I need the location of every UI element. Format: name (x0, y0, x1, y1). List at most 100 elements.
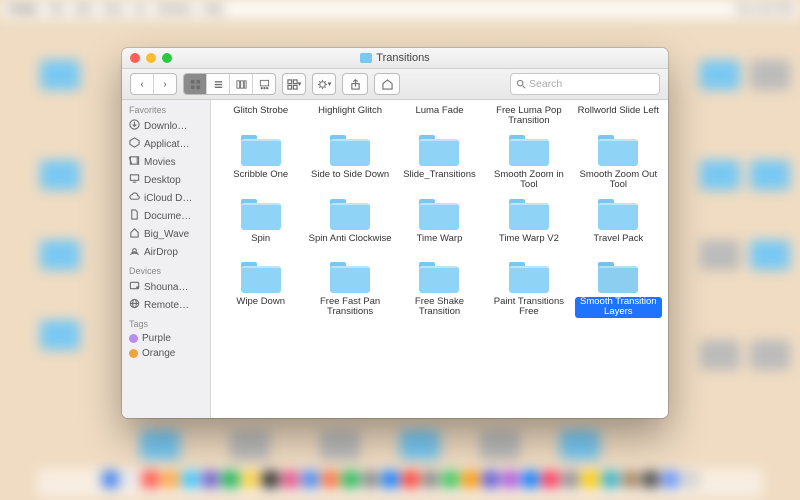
sidebar-item-favorite[interactable]: Movies (122, 153, 210, 171)
folder-label: Slide_Transitions (401, 170, 478, 190)
folder-label: Spin Anti Clockwise (307, 234, 394, 254)
folder-label: Smooth Zoom Out Tool (575, 170, 662, 191)
window-title: Transitions (376, 52, 429, 64)
cloud-icon (129, 191, 140, 205)
folder-item[interactable]: Rollworld Slide Left (575, 102, 662, 127)
folder-label: Wipe Down (234, 297, 287, 317)
folder-icon (505, 196, 553, 232)
sidebar-item-favorite[interactable]: Docume… (122, 207, 210, 225)
folder-item[interactable]: Highlight Glitch (306, 102, 393, 127)
folder-item[interactable]: Smooth Zoom in Tool (485, 130, 572, 191)
arrange-button[interactable]: ▾ (283, 74, 305, 94)
folder-item[interactable]: Scribble One (217, 130, 304, 191)
search-field[interactable] (510, 73, 660, 95)
folder-item[interactable]: Glitch Strobe (217, 102, 304, 127)
folder-icon (326, 259, 374, 295)
sidebar-item-tag[interactable]: Orange (122, 346, 210, 361)
list-view-button[interactable] (206, 74, 229, 94)
menubar-app-name[interactable]: Finder (8, 4, 39, 15)
sidebar-item-favorite[interactable]: Applicat… (122, 135, 210, 153)
folder-label: Paint Transitions Free (485, 297, 572, 318)
search-input[interactable] (529, 78, 654, 90)
column-view-button[interactable] (229, 74, 252, 94)
folder-label: Free Shake Transition (396, 297, 483, 318)
folder-icon (415, 196, 463, 232)
folder-item[interactable]: Free Fast Pan Transitions (306, 257, 393, 318)
folder-item[interactable]: Smooth Zoom Out Tool (575, 130, 662, 191)
download-icon (129, 119, 140, 133)
sidebar-item-favorite[interactable]: Big_Wave (122, 225, 210, 243)
folder-item[interactable]: Time Warp V2 (485, 194, 572, 254)
sidebar-item-device[interactable]: Remote… (122, 296, 210, 314)
folder-item[interactable]: Smooth Transition Layers (575, 257, 662, 318)
nav-buttons: ‹ › (130, 73, 177, 95)
sidebar-item-favorite[interactable]: iCloud D… (122, 189, 210, 207)
folder-label: Smooth Zoom in Tool (485, 170, 572, 191)
folder-label: Rollworld Slide Left (576, 106, 661, 126)
view-switcher (183, 73, 276, 95)
sidebar-item-favorite[interactable]: Desktop (122, 171, 210, 189)
zoom-button[interactable] (162, 53, 172, 63)
back-button[interactable]: ‹ (131, 74, 153, 94)
action-button[interactable]: ▾ (313, 74, 335, 94)
close-button[interactable] (130, 53, 140, 63)
home-icon (129, 227, 140, 241)
finder-window: Transitions ‹ › ▾ ▾ Favorites Downlo… App… (122, 48, 668, 418)
icon-view-button[interactable] (184, 74, 206, 94)
sidebar-item-favorite[interactable]: Downlo… (122, 117, 210, 135)
folder-item[interactable]: Luma Fade (396, 102, 483, 127)
sidebar-item-label: Applicat… (144, 139, 190, 150)
tags-button[interactable] (374, 73, 400, 95)
folder-item[interactable]: Free Luma Pop Transition (485, 102, 572, 127)
folder-icon (594, 196, 642, 232)
action-menu: ▾ (312, 73, 336, 95)
titlebar[interactable]: Transitions (122, 48, 668, 69)
folder-item[interactable]: Spin (217, 194, 304, 254)
doc-icon (129, 209, 140, 223)
folder-item[interactable]: Time Warp (396, 194, 483, 254)
sidebar-item-favorite[interactable]: AirDrop (122, 243, 210, 261)
sidebar-item-label: Movies (144, 157, 176, 168)
folder-icon (326, 196, 374, 232)
remote-icon (129, 298, 140, 312)
sidebar-header-devices: Devices (122, 261, 210, 278)
folder-label: Free Luma Pop Transition (485, 106, 572, 127)
sidebar-item-label: Desktop (144, 175, 181, 186)
desktop-icon (129, 173, 140, 187)
folder-item[interactable]: Free Shake Transition (396, 257, 483, 318)
folder-label: Scribble One (231, 170, 290, 190)
folder-item[interactable]: Slide_Transitions (396, 130, 483, 191)
movies-icon (129, 155, 140, 169)
folder-item[interactable]: Travel Pack (575, 194, 662, 254)
forward-button[interactable]: › (153, 74, 176, 94)
folder-label: Luma Fade (413, 106, 465, 126)
folder-item[interactable]: Side to Side Down (306, 130, 393, 191)
folder-item[interactable]: Paint Transitions Free (485, 257, 572, 318)
dock[interactable] (37, 468, 763, 498)
gallery-view-button[interactable] (252, 74, 275, 94)
folder-icon (594, 259, 642, 295)
folder-icon (237, 259, 285, 295)
sidebar-item-label: Shouna… (144, 282, 188, 293)
search-icon (516, 79, 526, 89)
sidebar-item-label: iCloud D… (144, 193, 192, 204)
folder-label: Travel Pack (591, 234, 645, 254)
content-area[interactable]: Glitch StrobeHighlight Glitch Luma Fade Fr… (211, 100, 668, 418)
sidebar-item-tag[interactable]: Purple (122, 331, 210, 346)
sidebar-item-device[interactable]: Shouna… (122, 278, 210, 296)
airdrop-icon (129, 245, 140, 259)
sidebar-header-favorites: Favorites (122, 100, 210, 117)
folder-item[interactable]: Spin Anti Clockwise (306, 194, 393, 254)
tag-dot-icon (129, 334, 138, 343)
sidebar: Favorites Downlo… Applicat… Movies Desktop i… (122, 100, 211, 418)
sidebar-header-tags: Tags (122, 314, 210, 331)
arrange-menu: ▾ (282, 73, 306, 95)
folder-icon (415, 259, 463, 295)
folder-icon (505, 259, 553, 295)
folder-item[interactable]: Wipe Down (217, 257, 304, 318)
folder-icon (594, 132, 642, 168)
apps-icon (129, 137, 140, 151)
minimize-button[interactable] (146, 53, 156, 63)
share-button[interactable] (342, 73, 368, 95)
tag-dot-icon (129, 349, 138, 358)
